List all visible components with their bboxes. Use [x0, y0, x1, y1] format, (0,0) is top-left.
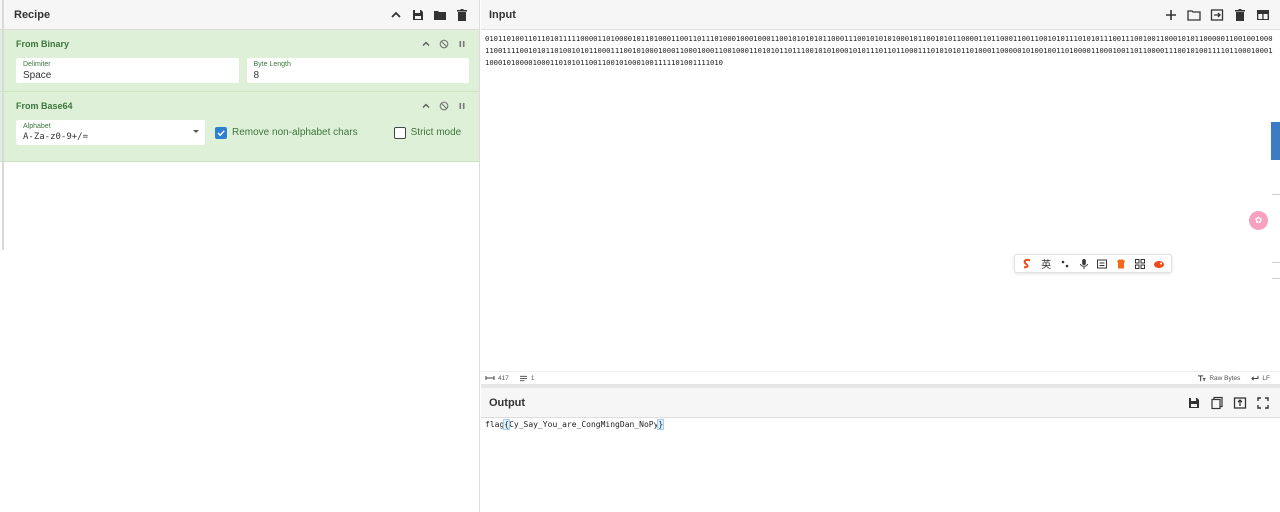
checkbox-unchecked-icon[interactable] — [393, 126, 406, 139]
byte-length-value: 8 — [253, 70, 260, 81]
length-value: 417 — [498, 374, 509, 382]
edge-divider — [1272, 194, 1280, 195]
resize-handle[interactable] — [2, 0, 4, 250]
keyboard-icon[interactable] — [1095, 257, 1109, 271]
alphabet-value: A-Za-z0-9+/= — [23, 132, 89, 142]
layout-icon[interactable] — [1256, 8, 1270, 22]
output-textarea[interactable]: flag{Cy_Say_You_are_CongMingDan_NoPy} — [485, 419, 665, 430]
text-format-icon — [1198, 374, 1206, 381]
alphabet-select[interactable]: Alphabet A-Za-z0-9+/= — [16, 120, 205, 145]
output-brace-close: } — [657, 419, 665, 430]
input-file-icon[interactable] — [1210, 8, 1224, 22]
chevron-up-icon[interactable] — [421, 39, 431, 49]
mascot-icon[interactable] — [1152, 257, 1166, 271]
output-title: Output — [489, 396, 526, 409]
input-title: Input — [489, 8, 516, 21]
input-pane: Input 0101101001101101011111000011010000… — [481, 0, 1280, 384]
copy-icon[interactable] — [1210, 396, 1224, 410]
output-flag-prefix: flag — [485, 420, 505, 429]
delimiter-label: Delimiter — [23, 61, 51, 68]
alphabet-label: Alphabet — [23, 123, 51, 130]
byte-length-field[interactable]: Byte Length 8 — [246, 58, 469, 83]
disable-icon[interactable] — [439, 101, 449, 111]
plus-icon[interactable] — [1164, 8, 1178, 22]
chevron-down-icon — [193, 130, 199, 133]
edge-divider — [1272, 278, 1280, 279]
operation-title: From Binary — [16, 39, 70, 49]
recipe-title: Recipe — [14, 8, 51, 21]
folder-icon[interactable] — [433, 8, 447, 22]
operation-from-base64: From Base64 Alphabet A-Za-z0-9+/= Remove… — [0, 92, 479, 162]
lines-indicator: 1 — [519, 374, 535, 382]
return-arrow-icon — [1251, 375, 1259, 381]
edge-divider — [1272, 262, 1280, 263]
ime-toolbar: 英 — [1014, 254, 1172, 273]
strict-mode-label: Strict mode — [410, 127, 462, 138]
cyberchef-app: Recipe From Binary Delimiter Space Byte … — [0, 0, 1280, 512]
eol-value: LF — [1262, 374, 1270, 382]
remove-nonalpha-label: Remove non-alphabet chars — [232, 127, 358, 138]
language-toggle[interactable]: 英 — [1039, 257, 1053, 271]
lines-icon — [519, 375, 527, 381]
encoding-value: Raw Bytes — [1209, 374, 1241, 382]
output-pane: Output flag{Cy_Say_You_are_CongMingDan_N… — [481, 388, 1280, 512]
delimiter-field[interactable]: Delimiter Space — [16, 58, 239, 83]
sogou-logo-icon[interactable] — [1020, 257, 1034, 271]
input-header: Input — [481, 0, 1280, 30]
input-textarea[interactable]: 0101101001101101011111000011010000101101… — [485, 33, 1275, 69]
encoding-selector[interactable]: Raw Bytes — [1197, 375, 1240, 382]
microphone-icon[interactable] — [1077, 257, 1091, 271]
operation-title: From Base64 — [16, 101, 73, 111]
operation-from-binary: From Binary Delimiter Space Byte Length … — [0, 30, 479, 92]
pause-icon[interactable] — [457, 101, 467, 111]
chevron-up-icon[interactable] — [421, 101, 431, 111]
trash-icon[interactable] — [455, 8, 469, 22]
punctuation-icon[interactable] — [1058, 257, 1072, 271]
grid-menu-icon[interactable] — [1133, 257, 1147, 271]
trash-icon[interactable] — [1233, 8, 1247, 22]
save-icon[interactable] — [411, 8, 425, 22]
checkbox-checked-icon[interactable] — [215, 126, 227, 139]
remove-nonalpha-checkbox[interactable]: Remove non-alphabet chars — [215, 126, 358, 139]
input-status-bar: 417 1 Raw Bytes LF — [481, 371, 1280, 384]
maximize-icon[interactable] — [1256, 396, 1270, 410]
skin-icon[interactable] — [1114, 257, 1128, 271]
length-icon — [485, 376, 495, 380]
byte-length-label: Byte Length — [253, 61, 291, 68]
disable-icon[interactable] — [439, 39, 449, 49]
edge-panel-tab[interactable] — [1271, 122, 1280, 160]
recipe-pane: Recipe From Binary Delimiter Space Byte … — [0, 0, 480, 512]
folder-open-icon[interactable] — [1187, 8, 1201, 22]
recipe-header: Recipe — [0, 0, 479, 30]
save-icon[interactable] — [1187, 396, 1201, 410]
pause-icon[interactable] — [457, 39, 467, 49]
strict-mode-checkbox[interactable]: Strict mode — [393, 126, 462, 139]
collapse-icon[interactable] — [389, 8, 403, 22]
lines-value: 1 — [530, 374, 535, 382]
length-indicator: 417 — [485, 375, 509, 382]
replace-input-icon[interactable] — [1233, 396, 1247, 410]
delimiter-value: Space — [23, 70, 52, 81]
output-header: Output — [481, 388, 1280, 418]
assistant-bubble-icon[interactable]: ✿ — [1249, 211, 1268, 230]
output-flag-body: Cy_Say_You_are_CongMingDan_NoPy — [509, 420, 659, 429]
eol-selector[interactable]: LF — [1250, 375, 1270, 382]
